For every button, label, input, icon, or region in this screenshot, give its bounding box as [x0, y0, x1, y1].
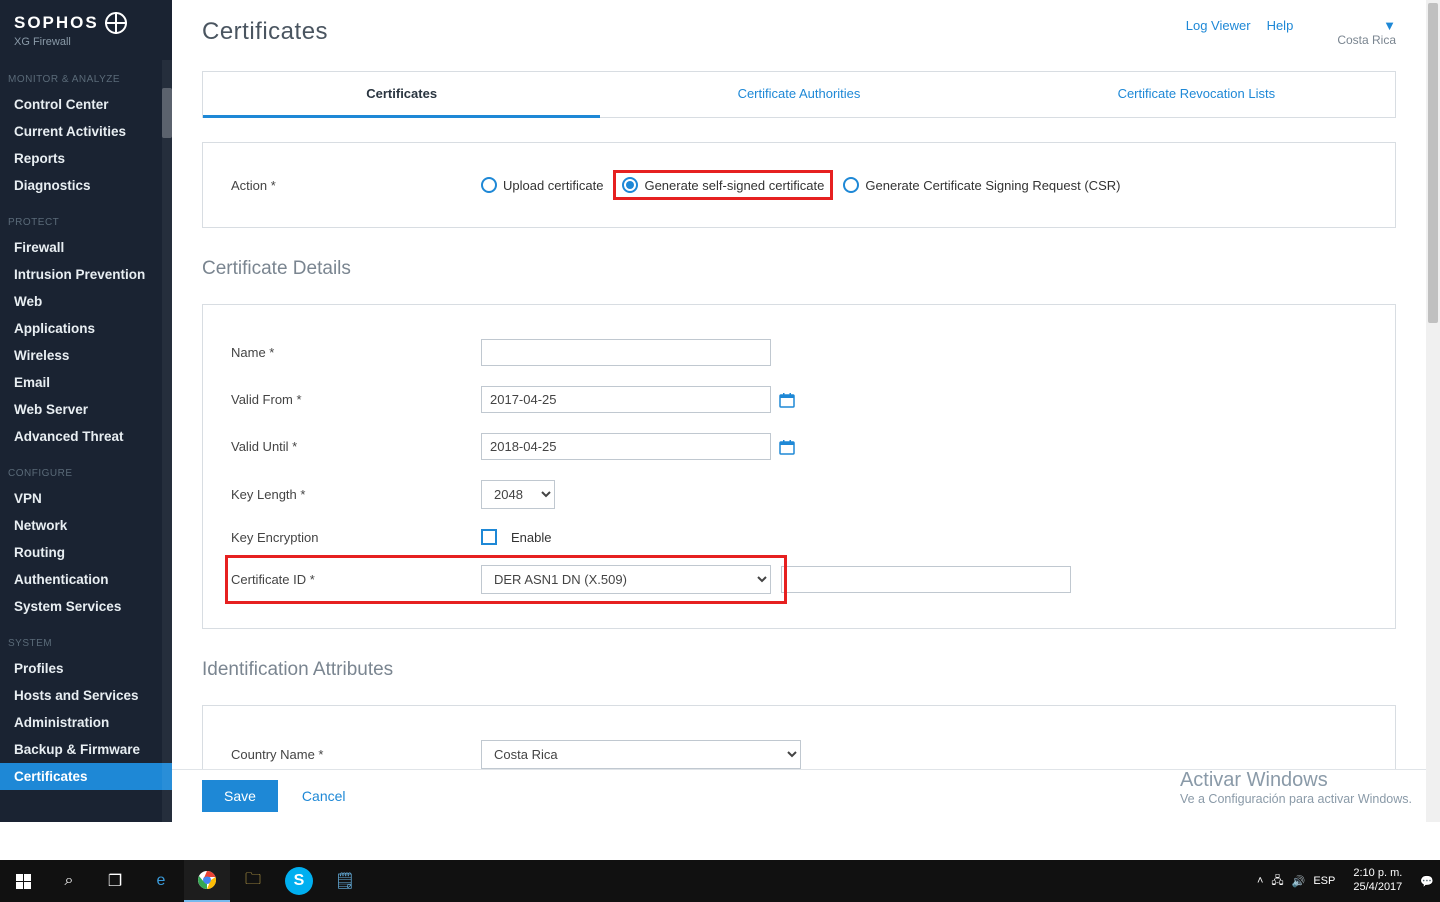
chevron-down-icon: ▼: [1383, 18, 1396, 33]
certificate-id-select[interactable]: DER ASN1 DN (X.509): [481, 565, 771, 594]
sidebar-item-email[interactable]: Email: [0, 369, 172, 396]
log-viewer-link[interactable]: Log Viewer: [1186, 18, 1251, 33]
calendar-icon[interactable]: [779, 439, 795, 455]
search-icon[interactable]: ⌕: [46, 860, 92, 902]
save-button[interactable]: Save: [202, 780, 278, 812]
help-link[interactable]: Help: [1267, 18, 1294, 33]
user-menu[interactable]: ▼ Costa Rica: [1337, 18, 1396, 47]
radio-label: Generate Certificate Signing Request (CS…: [865, 178, 1120, 193]
sidebar-item-backup-firmware[interactable]: Backup & Firmware: [0, 736, 172, 763]
clock[interactable]: 2:10 p. m. 25/4/2017: [1345, 867, 1410, 895]
edge-icon[interactable]: e: [138, 860, 184, 902]
sidebar-item-web[interactable]: Web: [0, 288, 172, 315]
sidebar-item-vpn[interactable]: VPN: [0, 485, 172, 512]
windows-watermark: Activar Windows Ve a Configuración para …: [1180, 769, 1412, 806]
certificate-id-extra-input[interactable]: [781, 566, 1071, 593]
sidebar-item-certificates[interactable]: Certificates: [0, 763, 172, 790]
sidebar-item-wireless[interactable]: Wireless: [0, 342, 172, 369]
sidebar-item-firewall[interactable]: Firewall: [0, 234, 172, 261]
radio-generate-csr[interactable]: Generate Certificate Signing Request (CS…: [843, 177, 1120, 193]
action-label: Action *: [231, 178, 481, 193]
language-indicator[interactable]: ESP: [1313, 875, 1335, 887]
brand-name: SOPHOS: [14, 13, 99, 33]
sidebar-item-current-activities[interactable]: Current Activities: [0, 118, 172, 145]
valid-from-input[interactable]: [481, 386, 771, 413]
sidebar-item-network[interactable]: Network: [0, 512, 172, 539]
key-encryption-label: Key Encryption: [231, 530, 481, 545]
key-length-select[interactable]: 2048: [481, 480, 555, 509]
sidebar-item-applications[interactable]: Applications: [0, 315, 172, 342]
start-button[interactable]: [0, 860, 46, 902]
radio-label: Upload certificate: [503, 178, 603, 193]
chrome-icon[interactable]: [184, 860, 230, 902]
radio-label: Generate self-signed certificate: [644, 178, 824, 193]
task-view-icon[interactable]: ❐: [92, 860, 138, 902]
valid-from-label: Valid From *: [231, 392, 481, 407]
valid-until-label: Valid Until *: [231, 439, 481, 454]
key-length-label: Key Length *: [231, 487, 481, 502]
sidebar-item-authentication[interactable]: Authentication: [0, 566, 172, 593]
notepad-icon[interactable]: 🗒: [322, 860, 368, 902]
name-input[interactable]: [481, 339, 771, 366]
sidebar-scrollbar[interactable]: [162, 60, 172, 822]
cancel-button[interactable]: Cancel: [302, 788, 346, 804]
sidebar-section-header: PROTECT: [0, 199, 172, 234]
radio-generate-self-signed[interactable]: Generate self-signed certificate: [613, 170, 833, 200]
key-encryption-enable-label: Enable: [511, 530, 551, 545]
certificate-details-title: Certificate Details: [202, 258, 1396, 280]
tab-certificates[interactable]: Certificates: [203, 72, 600, 118]
sidebar-section-header: MONITOR & ANALYZE: [0, 56, 172, 91]
sidebar: SOPHOS XG Firewall MONITOR & ANALYZECont…: [0, 0, 172, 822]
sidebar-item-control-center[interactable]: Control Center: [0, 91, 172, 118]
key-encryption-checkbox[interactable]: [481, 529, 497, 545]
sidebar-item-administration[interactable]: Administration: [0, 709, 172, 736]
calendar-icon[interactable]: [779, 392, 795, 408]
sidebar-item-hosts-and-services[interactable]: Hosts and Services: [0, 682, 172, 709]
country-name-select[interactable]: Costa Rica: [481, 740, 801, 769]
name-label: Name *: [231, 345, 481, 360]
taskbar: ⌕ ❐ e 🗀 S 🗒 ˄ 🖧 🔊 ESP 2:10 p. m. 25/4/20…: [0, 860, 1440, 902]
sidebar-item-diagnostics[interactable]: Diagnostics: [0, 172, 172, 199]
tabs: Certificates Certificate Authorities Cer…: [202, 71, 1396, 118]
page-title: Certificates: [202, 18, 328, 46]
sidebar-item-profiles[interactable]: Profiles: [0, 655, 172, 682]
file-explorer-icon[interactable]: 🗀: [230, 860, 276, 902]
sidebar-item-intrusion-prevention[interactable]: Intrusion Prevention: [0, 261, 172, 288]
logo-area: SOPHOS XG Firewall: [0, 0, 172, 56]
user-country: Costa Rica: [1337, 33, 1396, 47]
identification-attributes-title: Identification Attributes: [202, 659, 1396, 681]
tab-certificate-authorities[interactable]: Certificate Authorities: [600, 72, 997, 117]
sidebar-item-advanced-threat[interactable]: Advanced Threat: [0, 423, 172, 450]
sidebar-section-header: SYSTEM: [0, 620, 172, 655]
brand-icon: [105, 12, 127, 34]
certificate-id-label: Certificate ID *: [231, 572, 481, 587]
notifications-icon[interactable]: 💬: [1420, 875, 1434, 888]
tab-crl[interactable]: Certificate Revocation Lists: [998, 72, 1395, 117]
network-icon[interactable]: 🖧: [1271, 872, 1283, 891]
valid-until-input[interactable]: [481, 433, 771, 460]
main-scrollbar[interactable]: [1426, 0, 1440, 822]
sidebar-item-web-server[interactable]: Web Server: [0, 396, 172, 423]
sidebar-item-system-services[interactable]: System Services: [0, 593, 172, 620]
radio-upload-certificate[interactable]: Upload certificate: [481, 177, 603, 193]
certificate-details-panel: Name * Valid From * Valid Until * Key Le…: [202, 304, 1396, 629]
volume-icon[interactable]: 🔊: [1292, 875, 1306, 888]
sidebar-section-header: CONFIGURE: [0, 450, 172, 485]
tray-up-icon[interactable]: ˄: [1257, 875, 1263, 887]
main-content: Certificates Log Viewer Help ▼ Costa Ric…: [172, 0, 1426, 822]
sidebar-item-routing[interactable]: Routing: [0, 539, 172, 566]
product-name: XG Firewall: [14, 36, 158, 48]
sidebar-item-reports[interactable]: Reports: [0, 145, 172, 172]
country-name-label: Country Name *: [231, 747, 481, 762]
skype-icon[interactable]: S: [285, 867, 313, 895]
action-panel: Action * Upload certificate Generate sel…: [202, 142, 1396, 228]
